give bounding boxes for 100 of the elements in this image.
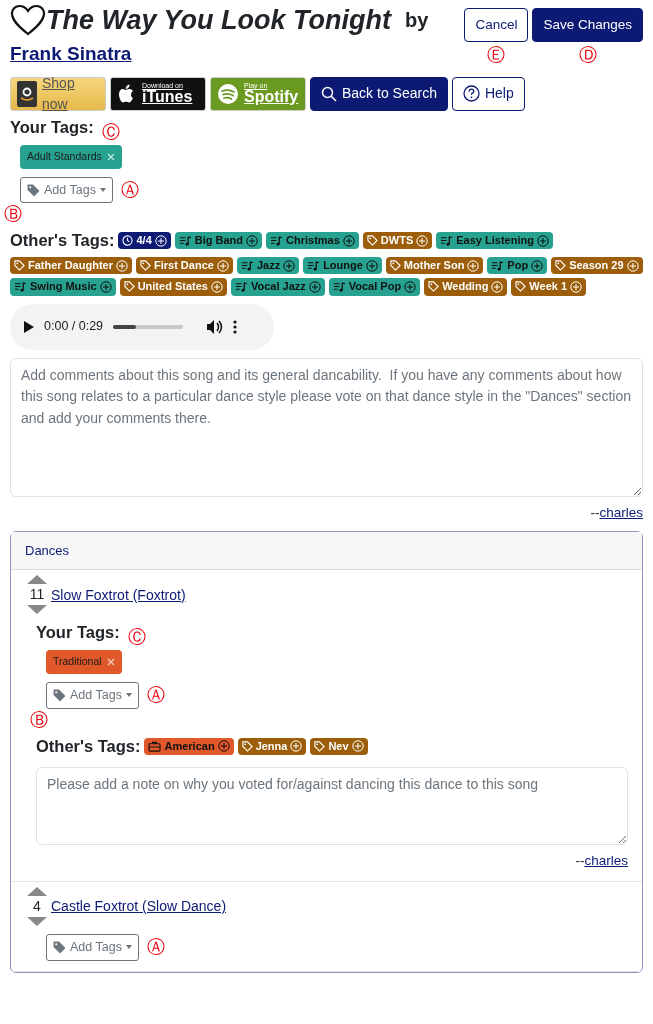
tag-chip[interactable]: Big Band — [174, 232, 263, 250]
tag-chip[interactable]: Nev — [310, 737, 368, 755]
tag-chip[interactable]: First Dance — [135, 257, 233, 275]
spotify-icon — [217, 82, 239, 105]
tag-icon — [366, 235, 378, 247]
dance-link[interactable]: Slow Foxtrot (Foxtrot) — [51, 584, 186, 606]
caret-icon — [125, 945, 132, 950]
user-link[interactable]: charles — [599, 504, 643, 520]
tag-chip[interactable]: Father Daughter — [10, 257, 132, 275]
downvote-icon[interactable] — [27, 916, 47, 926]
tag-icon — [241, 740, 253, 752]
tag-chip[interactable]: Christmas — [266, 232, 359, 250]
tag-icon — [555, 260, 567, 272]
add-circle-icon — [365, 259, 378, 272]
progress-track[interactable] — [113, 324, 184, 329]
vote-count: 4 — [33, 896, 41, 916]
signature-prefix: -- — [590, 504, 600, 520]
remove-icon — [106, 658, 115, 667]
tag-icon — [27, 183, 40, 197]
add-tags-dropdown[interactable]: Add Tags — [46, 933, 139, 961]
upvote-icon[interactable] — [27, 886, 47, 896]
vote-count: 11 — [29, 585, 45, 605]
tag-chip[interactable]: Swing Music — [10, 278, 116, 296]
add-circle-icon — [491, 280, 504, 293]
add-circle-icon — [216, 259, 229, 272]
add-tags-dropdown[interactable]: Add Tags — [20, 176, 113, 204]
tag-chip[interactable]: Vocal Pop — [328, 278, 421, 296]
callout-marker: Ⓒ — [101, 122, 120, 141]
add-circle-icon — [246, 234, 259, 247]
tag-chip[interactable]: Wedding — [424, 278, 508, 296]
music-list-icon — [14, 281, 27, 293]
callout-marker: Ⓑ — [30, 708, 48, 730]
search-icon — [321, 85, 337, 102]
add-circle-icon — [536, 234, 549, 247]
tag-icon — [428, 281, 440, 293]
tag-chip[interactable]: Traditional — [46, 650, 122, 674]
panel-header: Dances — [11, 531, 642, 571]
tag-icon — [123, 281, 135, 293]
music-list-icon — [234, 281, 248, 293]
tag-icon — [53, 688, 66, 702]
callout-marker: Ⓐ — [146, 686, 165, 705]
volume-icon — [207, 319, 224, 334]
comment-field[interactable]: Add comments about this song and its general dancability. If you have any comments about how this song relates to a particular dance style please vote on that dance style in the "Dances" section and add your comments there. — [10, 357, 643, 497]
add-circle-icon — [342, 234, 355, 247]
comment-field[interactable]: Please add a note on why you voted for/against dancing this dance to this song — [36, 766, 628, 845]
caret-icon — [125, 693, 132, 698]
tag-chip[interactable]: United States — [119, 278, 227, 296]
song-title: The Way You Look Tonight — [46, 4, 391, 37]
tag-chip[interactable]: Mother Son — [385, 257, 484, 275]
tag-chip[interactable]: Adult Standards — [20, 144, 122, 169]
add-circle-icon — [404, 280, 417, 293]
section-heading: Other's Tags: — [36, 735, 141, 757]
artist-link[interactable]: Frank Sinatra — [10, 43, 132, 65]
tag-chip[interactable]: Lounge — [303, 257, 382, 275]
music-list-icon — [491, 260, 505, 272]
add-circle-icon — [416, 234, 429, 247]
help-button[interactable]: Help — [451, 76, 525, 111]
add-circle-icon — [570, 280, 583, 293]
add-circle-icon — [290, 740, 303, 753]
section-heading: Other's Tags: — [10, 230, 115, 252]
music-list-icon — [307, 260, 321, 272]
tag-chip[interactable]: DWTS — [362, 232, 433, 250]
remove-icon — [106, 152, 115, 161]
add-circle-icon — [154, 234, 167, 247]
tag-chip[interactable]: Week 1 — [511, 278, 587, 296]
music-list-icon — [332, 281, 346, 293]
add-circle-icon — [217, 740, 230, 753]
signature-prefix: -- — [575, 852, 585, 868]
add-circle-icon — [99, 280, 112, 293]
tag-chip[interactable]: Jazz — [236, 257, 300, 275]
tag-icon — [139, 260, 151, 272]
add-circle-icon — [283, 259, 296, 272]
music-list-icon — [440, 235, 454, 247]
tag-chip[interactable]: Season 29 — [551, 257, 643, 275]
save-button[interactable]: Save Changes — [532, 8, 643, 43]
tag-chip[interactable]: American — [144, 737, 234, 755]
tag-chip[interactable]: Vocal Jazz — [230, 278, 325, 296]
user-link[interactable]: charles — [584, 852, 628, 868]
tag-chip[interactable]: Jenna — [237, 737, 307, 755]
more-icon — [233, 319, 238, 334]
tag-icon — [314, 740, 326, 752]
dance-link[interactable]: Castle Foxtrot (Slow Dance) — [51, 896, 227, 918]
play-icon — [24, 320, 34, 333]
callout-marker: Ⓐ — [146, 938, 165, 957]
by-label: by — [405, 8, 429, 34]
tag-chip[interactable]: Easy Listening — [436, 232, 553, 250]
cancel-button[interactable]: Cancel — [464, 8, 529, 43]
add-tags-dropdown[interactable]: Add Tags — [46, 682, 139, 709]
tag-chip[interactable]: 4/4 — [118, 232, 171, 250]
downvote-icon[interactable] — [27, 605, 47, 615]
shop-now-badge[interactable]: Shop now — [10, 76, 106, 111]
section-heading: Your Tags: — [10, 116, 94, 138]
back-to-search-button[interactable]: Back to Search — [310, 76, 448, 111]
upvote-icon[interactable] — [27, 575, 47, 585]
callout-marker: Ⓒ — [127, 628, 146, 647]
tag-icon — [53, 940, 66, 954]
tag-icon — [14, 260, 25, 272]
audio-player[interactable]: 0:00 / 0:29 — [10, 303, 274, 350]
tag-chip[interactable]: Pop — [487, 257, 548, 275]
tag-icon — [515, 281, 527, 293]
